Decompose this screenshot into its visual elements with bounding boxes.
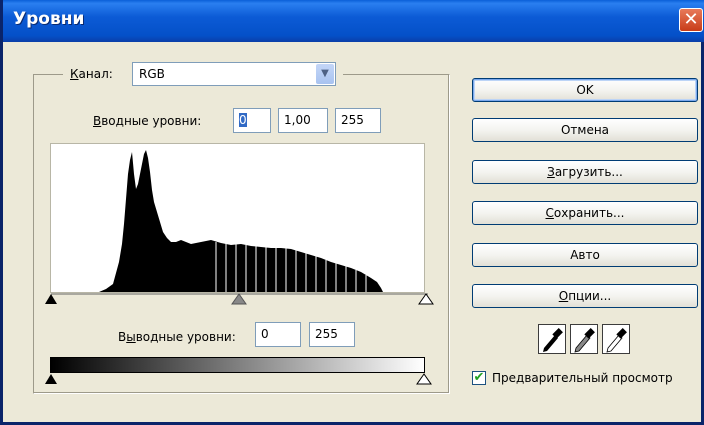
input-white-field[interactable]: 255 bbox=[335, 108, 381, 133]
channel-select[interactable]: RGB ▼ bbox=[132, 62, 336, 86]
auto-button[interactable]: Авто bbox=[472, 243, 698, 267]
options-button[interactable]: Опции... bbox=[472, 284, 698, 308]
input-black-field[interactable]: 0 bbox=[233, 108, 271, 133]
gray-point-eyedropper-icon[interactable] bbox=[570, 324, 598, 354]
preview-checkbox[interactable]: ✔ bbox=[472, 371, 486, 385]
levels-dialog: Уровни ✕ Канал: RGB ▼ Вводные уровни: 0 … bbox=[0, 0, 704, 425]
input-levels-label: Вводные уровни: bbox=[93, 114, 202, 128]
input-gamma-slider-handle bbox=[231, 293, 247, 305]
input-white-slider-handle bbox=[418, 293, 434, 305]
chevron-down-icon[interactable]: ▼ bbox=[316, 64, 334, 84]
save-button[interactable]: Сохранить... bbox=[472, 201, 698, 225]
cancel-button[interactable]: Отмена bbox=[472, 118, 698, 142]
output-black-slider-handle bbox=[45, 374, 57, 384]
channel-label: Канал: bbox=[70, 67, 113, 81]
output-levels-label: Выводные уровни: bbox=[118, 330, 236, 344]
output-gradient-bar bbox=[50, 357, 425, 373]
black-point-eyedropper-icon[interactable] bbox=[538, 324, 566, 354]
channel-value: RGB bbox=[139, 67, 165, 81]
histogram bbox=[50, 143, 425, 293]
ok-button[interactable]: OK bbox=[472, 78, 698, 102]
load-button[interactable]: Загрузить... bbox=[472, 160, 698, 184]
histogram-graph bbox=[99, 150, 383, 292]
input-levels-slider[interactable] bbox=[43, 293, 438, 307]
output-levels-slider[interactable] bbox=[43, 373, 438, 387]
white-point-eyedropper-icon[interactable] bbox=[602, 324, 630, 354]
output-white-field[interactable]: 255 bbox=[309, 322, 355, 347]
input-black-slider-handle bbox=[45, 294, 57, 304]
title-bar[interactable]: Уровни ✕ bbox=[3, 0, 704, 42]
window-title: Уровни bbox=[13, 9, 85, 29]
preview-label[interactable]: Предварительный просмотр bbox=[492, 371, 673, 385]
input-gamma-field[interactable]: 1,00 bbox=[278, 108, 328, 133]
close-button[interactable]: ✕ bbox=[679, 8, 703, 32]
output-black-field[interactable]: 0 bbox=[255, 322, 301, 347]
output-white-slider-handle bbox=[416, 373, 432, 385]
